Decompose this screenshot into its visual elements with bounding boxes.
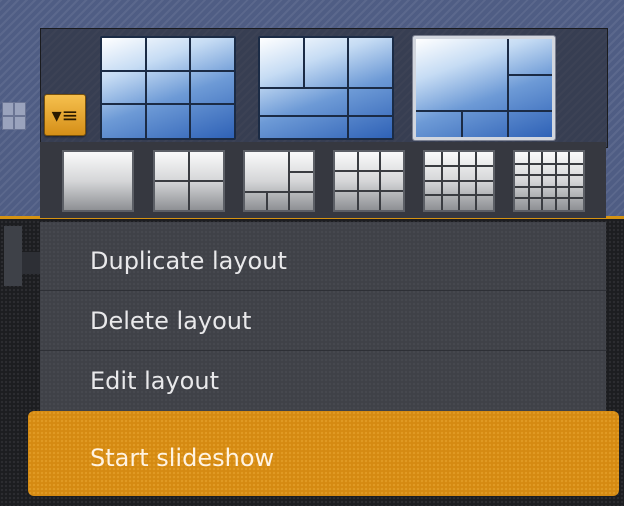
list-menu-icon[interactable]: ▾≡ [44, 94, 86, 136]
layout-4x4[interactable] [423, 150, 495, 212]
menu-item-delete-layout[interactable]: Delete layout [40, 292, 606, 351]
layout-grid-2x2-plus-row[interactable] [258, 36, 394, 140]
layout-5x5[interactable] [513, 150, 585, 212]
layout-grid-3x3[interactable] [100, 36, 236, 140]
layout-2x2[interactable] [153, 150, 225, 212]
camera-thumbnails [0, 98, 28, 130]
menu-item-edit-layout[interactable]: Edit layout [40, 352, 606, 411]
side-panel-edge [4, 226, 22, 286]
layout-big-plus-side[interactable] [413, 36, 555, 140]
layout-1-plus-5[interactable] [243, 150, 315, 212]
layout-3x3[interactable] [333, 150, 405, 212]
menu-item-start-slideshow[interactable]: Start slideshow [28, 411, 619, 496]
menu-item-duplicate-layout[interactable]: Duplicate layout [40, 232, 606, 291]
layout-single[interactable] [62, 150, 134, 212]
